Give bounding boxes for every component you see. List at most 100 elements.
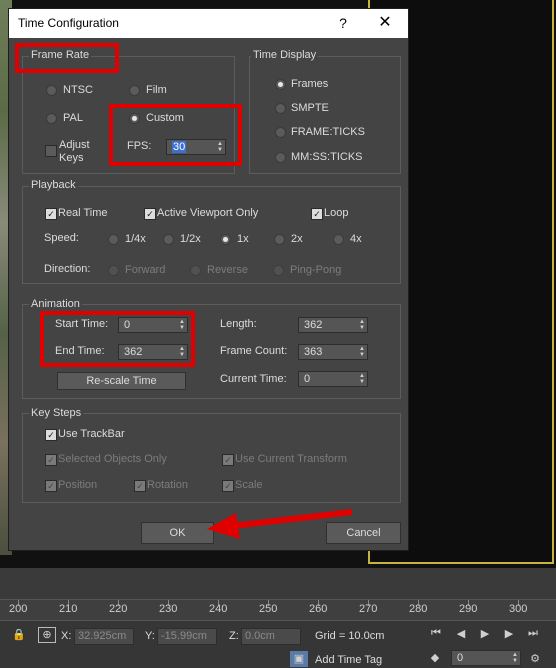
custom-fps-highlight bbox=[109, 104, 242, 166]
time-ruler[interactable]: 200 210 220 230 240 250 260 270 280 290 … bbox=[0, 599, 556, 620]
frame-ticks-label[interactable]: FRAME:TICKS bbox=[291, 126, 365, 138]
scale-label: Scale bbox=[235, 479, 263, 491]
smpte-label[interactable]: SMPTE bbox=[291, 102, 329, 114]
time-configuration-icon[interactable]: ⚙ bbox=[527, 651, 543, 667]
ntsc-label[interactable]: NTSC bbox=[63, 84, 93, 96]
active-viewport-checkbox[interactable]: ✓ bbox=[144, 208, 156, 220]
speed-2x-radio[interactable] bbox=[274, 234, 285, 245]
ruler-tick-label: 300 bbox=[509, 603, 528, 615]
ruler-tick-label: 290 bbox=[459, 603, 478, 615]
z-coordinate-field[interactable]: 0.0cm bbox=[241, 628, 301, 645]
help-button[interactable]: ? bbox=[333, 13, 353, 33]
speed-2x-label[interactable]: 2x bbox=[291, 233, 303, 245]
length-label: Length: bbox=[220, 318, 257, 330]
add-time-tag-label[interactable]: Add Time Tag bbox=[315, 654, 382, 666]
current-frame-spinner[interactable]: 0 ▲ ▼ bbox=[451, 650, 521, 666]
ruler-tick-label: 230 bbox=[159, 603, 178, 615]
pal-radio[interactable] bbox=[46, 113, 57, 124]
ruler-tick-label: 240 bbox=[209, 603, 228, 615]
z-label: Z: bbox=[229, 630, 239, 642]
current-frame-value[interactable]: 0 bbox=[457, 652, 463, 664]
film-label[interactable]: Film bbox=[146, 84, 167, 96]
ping-pong-radio bbox=[273, 265, 284, 276]
ruler-tick-label: 200 bbox=[9, 603, 28, 615]
length-value[interactable]: 362 bbox=[304, 319, 322, 331]
speed-4x-radio[interactable] bbox=[333, 234, 344, 245]
speed-half-radio[interactable] bbox=[163, 234, 174, 245]
real-time-label[interactable]: Real Time bbox=[58, 207, 108, 219]
ruler-tick-label: 210 bbox=[59, 603, 78, 615]
direction-label: Direction: bbox=[44, 263, 91, 275]
y-coordinate-field[interactable]: -15.99cm bbox=[157, 628, 217, 645]
use-current-transform-checkbox: ✓ bbox=[222, 454, 234, 466]
active-viewport-label[interactable]: Active Viewport Only bbox=[157, 207, 258, 219]
loop-label[interactable]: Loop bbox=[324, 207, 348, 219]
rotation-checkbox: ✓ bbox=[134, 480, 146, 492]
current-time-label: Current Time: bbox=[220, 373, 287, 385]
speed-1x-label[interactable]: 1x bbox=[237, 233, 249, 245]
play-icon[interactable]: ▶ bbox=[476, 627, 494, 640]
pal-label[interactable]: PAL bbox=[63, 112, 83, 124]
current-time-value[interactable]: 0 bbox=[304, 373, 310, 385]
mm-ss-ticks-radio[interactable] bbox=[275, 152, 286, 163]
close-button[interactable]: ✕ bbox=[375, 13, 395, 33]
ping-pong-label: Ping-Pong bbox=[290, 264, 342, 276]
spinner-arrows-icon[interactable]: ▲ ▼ bbox=[359, 373, 365, 385]
selected-only-label: Selected Objects Only bbox=[58, 453, 167, 465]
smpte-radio[interactable] bbox=[275, 103, 286, 114]
go-to-start-icon[interactable]: ⏮ bbox=[427, 627, 445, 640]
frames-label[interactable]: Frames bbox=[291, 78, 328, 90]
use-trackbar-checkbox[interactable]: ✓ bbox=[45, 429, 57, 441]
speed-label: Speed: bbox=[44, 232, 79, 244]
scale-checkbox: ✓ bbox=[222, 480, 234, 492]
go-to-end-icon[interactable]: ⏭ bbox=[524, 627, 542, 640]
absolute-mode-icon[interactable]: ⊕ bbox=[38, 627, 56, 643]
adjust-keys-label[interactable]: Adjust Keys bbox=[59, 139, 93, 165]
adjust-keys-checkbox[interactable] bbox=[45, 145, 57, 157]
speed-4x-label[interactable]: 4x bbox=[350, 233, 362, 245]
time-configuration-dialog: Time Configuration ? ✕ Frame Rate NTSC F… bbox=[8, 8, 409, 551]
reverse-radio bbox=[190, 265, 201, 276]
timeline-bar[interactable]: 200 210 220 230 240 250 260 270 280 290 … bbox=[0, 568, 556, 620]
frame-count-spinner[interactable]: 363 ▲ ▼ bbox=[298, 344, 368, 360]
film-radio[interactable] bbox=[129, 85, 140, 96]
time-tag-icon[interactable]: ▣ bbox=[290, 651, 308, 667]
forward-radio bbox=[108, 265, 119, 276]
ntsc-radio[interactable] bbox=[46, 85, 57, 96]
start-end-time-highlight bbox=[40, 311, 195, 367]
speed-quarter-radio[interactable] bbox=[108, 234, 119, 245]
frame-count-value[interactable]: 363 bbox=[304, 346, 322, 358]
ok-button[interactable]: OK bbox=[141, 522, 214, 544]
spinner-arrows-icon[interactable]: ▲ ▼ bbox=[359, 319, 365, 331]
x-label: X: bbox=[61, 630, 72, 642]
dialog-titlebar[interactable]: Time Configuration ? ✕ bbox=[9, 9, 408, 38]
x-coordinate-field[interactable]: 32.925cm bbox=[74, 628, 134, 645]
playback-label: Playback bbox=[29, 179, 78, 191]
next-frame-icon[interactable]: ▶ bbox=[500, 627, 518, 640]
key-mode-toggle-icon[interactable]: ◆ bbox=[428, 651, 442, 664]
speed-1x-radio[interactable] bbox=[220, 234, 231, 245]
y-label: Y: bbox=[145, 630, 155, 642]
length-spinner[interactable]: 362 ▲ ▼ bbox=[298, 317, 368, 333]
grid-size-label: Grid = 10.0cm bbox=[315, 630, 385, 642]
rescale-time-button[interactable]: Re-scale Time bbox=[57, 372, 186, 390]
loop-checkbox[interactable]: ✓ bbox=[311, 208, 323, 220]
spinner-arrows-icon[interactable]: ▲ ▼ bbox=[512, 652, 518, 664]
frame-count-label: Frame Count: bbox=[220, 345, 288, 357]
ruler-tick-label: 260 bbox=[309, 603, 328, 615]
reverse-label: Reverse bbox=[207, 264, 248, 276]
frame-ticks-radio[interactable] bbox=[275, 127, 286, 138]
frames-radio[interactable] bbox=[275, 79, 286, 90]
lock-icon[interactable]: 🔒 bbox=[12, 628, 26, 641]
spinner-arrows-icon[interactable]: ▲ ▼ bbox=[359, 346, 365, 358]
real-time-checkbox[interactable]: ✓ bbox=[45, 208, 57, 220]
use-trackbar-label[interactable]: Use TrackBar bbox=[58, 428, 125, 440]
ruler-tick-label: 270 bbox=[359, 603, 378, 615]
speed-half-label[interactable]: 1/2x bbox=[180, 233, 201, 245]
mm-ss-ticks-label[interactable]: MM:SS:TICKS bbox=[291, 151, 363, 163]
cancel-button[interactable]: Cancel bbox=[326, 522, 401, 544]
previous-frame-icon[interactable]: ◀ bbox=[452, 627, 470, 640]
ruler-tick-label: 250 bbox=[259, 603, 278, 615]
speed-quarter-label[interactable]: 1/4x bbox=[125, 233, 146, 245]
current-time-spinner[interactable]: 0 ▲ ▼ bbox=[298, 371, 368, 387]
